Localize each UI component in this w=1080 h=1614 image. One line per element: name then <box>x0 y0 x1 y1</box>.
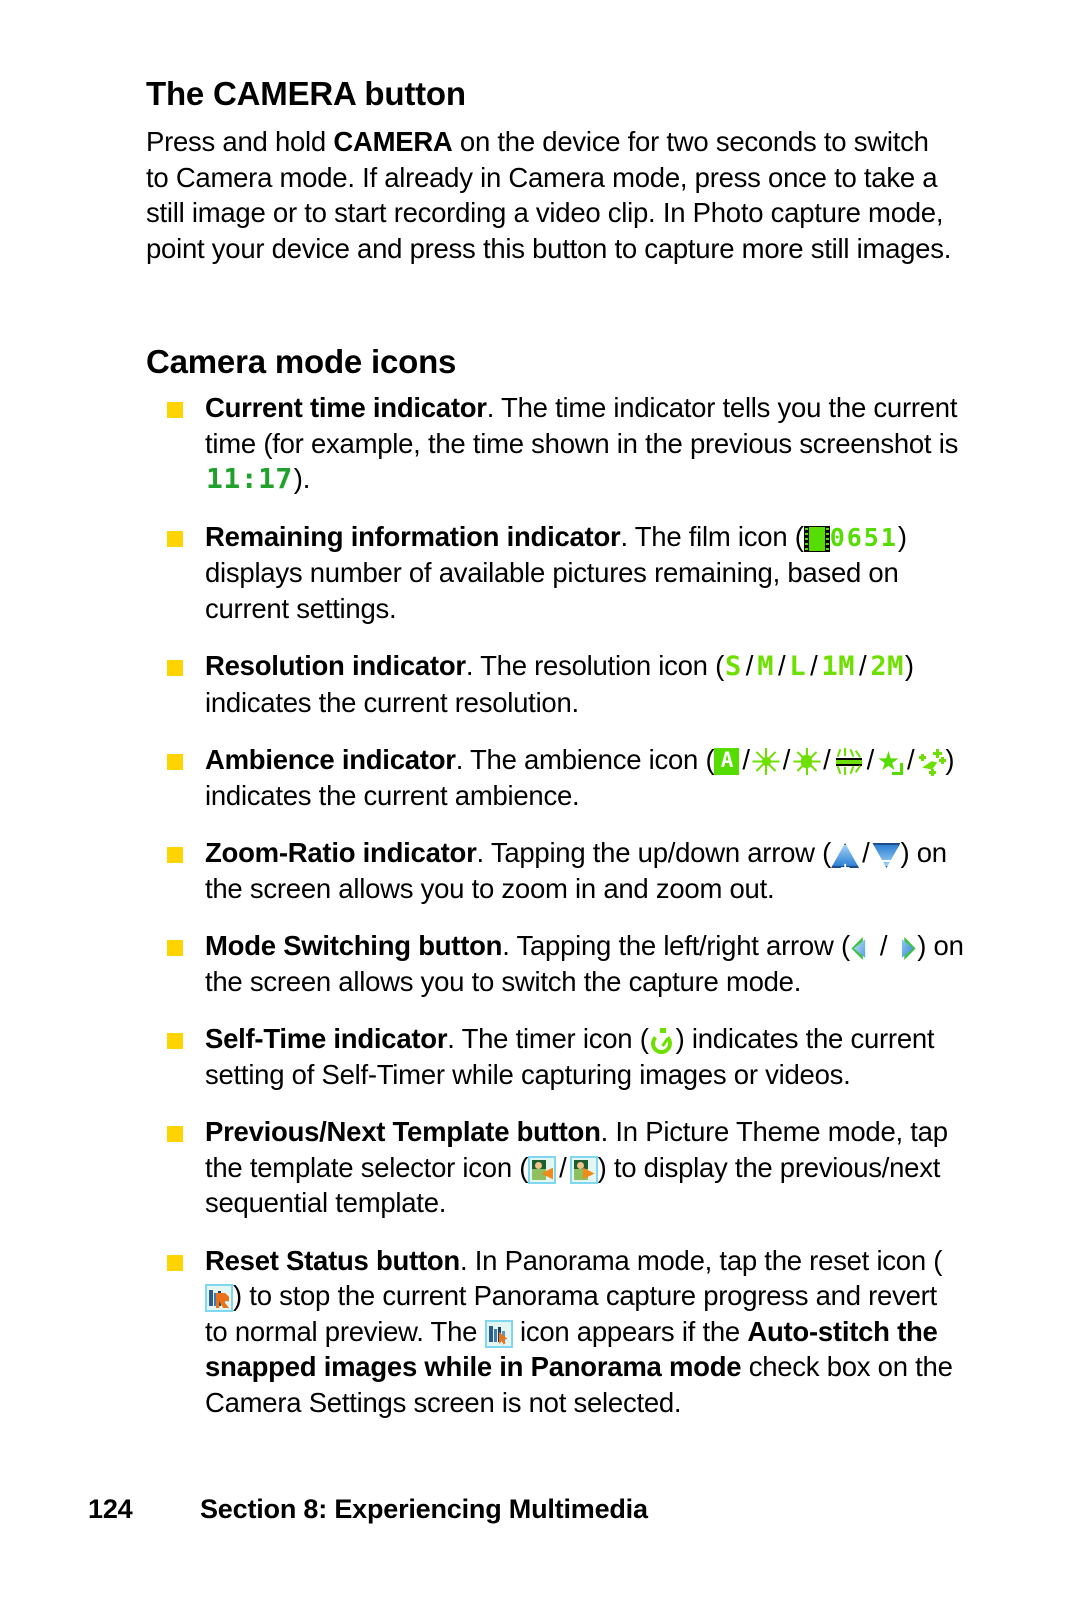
night-icon <box>877 749 904 776</box>
separator-slash: / <box>906 744 915 775</box>
list-item-mode-switching-button: Mode Switching button. Tapping the left/… <box>146 928 966 999</box>
separator-slash: / <box>742 744 750 775</box>
separator-slash: / <box>879 930 888 961</box>
daylight-icon <box>752 748 780 775</box>
next-template-icon[interactable] <box>569 1155 598 1184</box>
zoom-out-arrow-icon[interactable]: − <box>872 842 901 870</box>
bullet-marker-icon <box>167 402 183 418</box>
term-zoom-ratio-indicator: Zoom-Ratio indicator <box>205 837 477 868</box>
separator-slash: / <box>559 1151 567 1183</box>
bullet-marker-icon <box>167 754 183 770</box>
text-zoom-a: . Tapping the up/down arrow ( <box>476 837 832 868</box>
bullet-marker-icon <box>167 1254 183 1271</box>
resolution-option-l: L <box>789 651 807 682</box>
resolution-option-m: M <box>757 651 774 682</box>
list-item-self-time-indicator: Self-Time indicator. The timer icon () i… <box>146 1021 966 1092</box>
paragraph-text-lead: Press and hold <box>146 126 334 157</box>
text-ambience-a: . The ambience icon ( <box>455 744 715 775</box>
term-self-time-indicator: Self-Time indicator <box>205 1023 448 1054</box>
bullet-marker-icon <box>167 1033 183 1049</box>
camera-mode-icon-list: Current time indicator. The time indicat… <box>146 390 966 1442</box>
term-current-time-indicator: Current time indicator <box>205 392 487 423</box>
paragraph-emphasis-camera: CAMERA <box>333 126 453 157</box>
bullet-marker-icon <box>167 847 183 863</box>
resolution-option-s: S <box>725 651 742 682</box>
term-resolution-indicator: Resolution indicator <box>205 650 466 681</box>
sparkle-icon <box>917 749 947 776</box>
term-previous-next-template-button: Previous/Next Template button <box>205 1116 601 1147</box>
auto-icon <box>714 747 740 775</box>
separator-slash: / <box>823 744 831 775</box>
resolution-option-2m: 2M <box>870 651 904 682</box>
term-mode-switching-button: Mode Switching button <box>205 930 503 961</box>
heading-camera-mode-icons: Camera mode icons <box>146 343 457 380</box>
panorama-status-icon <box>484 1319 513 1348</box>
list-item-resolution-indicator: Resolution indicator. The resolution ico… <box>146 648 966 720</box>
document-page: The CAMERA button Press and hold CAMERA … <box>0 0 1080 1614</box>
text-resolution-a: . The resolution icon ( <box>465 650 725 681</box>
term-remaining-information-indicator: Remaining information indicator <box>205 520 621 552</box>
bullet-marker-icon <box>167 940 183 956</box>
list-item-remaining-information-indicator: Remaining information indicator. The fil… <box>146 519 966 627</box>
page-number: 124 <box>88 1494 133 1524</box>
zoom-in-arrow-icon[interactable]: + <box>831 842 860 877</box>
list-item-reset-status-button: Reset Status button. In Panorama mode, t… <box>146 1243 966 1421</box>
text-reset-a: . In Panorama mode, tap the reset icon ( <box>459 1244 943 1276</box>
time-indicator-value: 11:17 <box>206 462 293 495</box>
text-current-time-b: ). <box>293 463 311 494</box>
term-ambience-indicator: Ambience indicator <box>205 744 456 775</box>
mode-left-arrow-icon[interactable] <box>850 935 877 962</box>
list-item-zoom-ratio-indicator: Zoom-Ratio indicator. Tapping the up/dow… <box>146 835 966 906</box>
previous-template-icon[interactable] <box>528 1155 557 1184</box>
text-reset-c: icon appears if the <box>512 1315 748 1347</box>
page-footer: 124 Section 8: Experiencing Multimedia <box>88 1494 988 1525</box>
separator-slash: / <box>866 744 875 775</box>
incandescent-icon <box>793 748 821 775</box>
film-icon <box>803 525 830 552</box>
list-item-current-time-indicator: Current time indicator. The time indicat… <box>146 390 966 497</box>
fluorescent-icon <box>834 748 864 775</box>
heading-the-camera-button: The CAMERA button <box>146 75 466 112</box>
separator-slash: / <box>862 837 870 868</box>
separator-slash: / <box>745 650 754 681</box>
bullet-marker-icon <box>167 1126 183 1142</box>
resolution-option-1m: 1M <box>821 651 856 682</box>
separator-slash: / <box>859 650 867 681</box>
footer-section-title: Section 8: Experiencing Multimedia <box>200 1494 648 1524</box>
mode-right-arrow-icon[interactable] <box>890 935 917 962</box>
list-item-previous-next-template-button: Previous/Next Template button. In Pictur… <box>146 1114 966 1221</box>
separator-slash: / <box>810 650 818 681</box>
term-reset-status-button: Reset Status button <box>205 1244 460 1276</box>
text-self-timer-a: . The timer icon ( <box>447 1023 649 1054</box>
list-item-ambience-indicator: Ambience indicator. The ambience icon ( /… <box>146 742 966 813</box>
bullet-marker-icon <box>167 530 183 547</box>
separator-slash: / <box>782 744 791 775</box>
separator-slash: / <box>777 650 786 681</box>
text-mode-a: . Tapping the left/right arrow ( <box>502 930 850 961</box>
text-remaining-a: . The film icon ( <box>620 520 804 552</box>
remaining-count-value: 0651 <box>829 522 898 552</box>
reset-status-icon[interactable] <box>205 1284 233 1312</box>
bullet-marker-icon <box>167 660 183 676</box>
self-timer-icon <box>649 1028 676 1055</box>
paragraph-camera-button: Press and hold CAMERA on the device for … <box>146 124 958 266</box>
